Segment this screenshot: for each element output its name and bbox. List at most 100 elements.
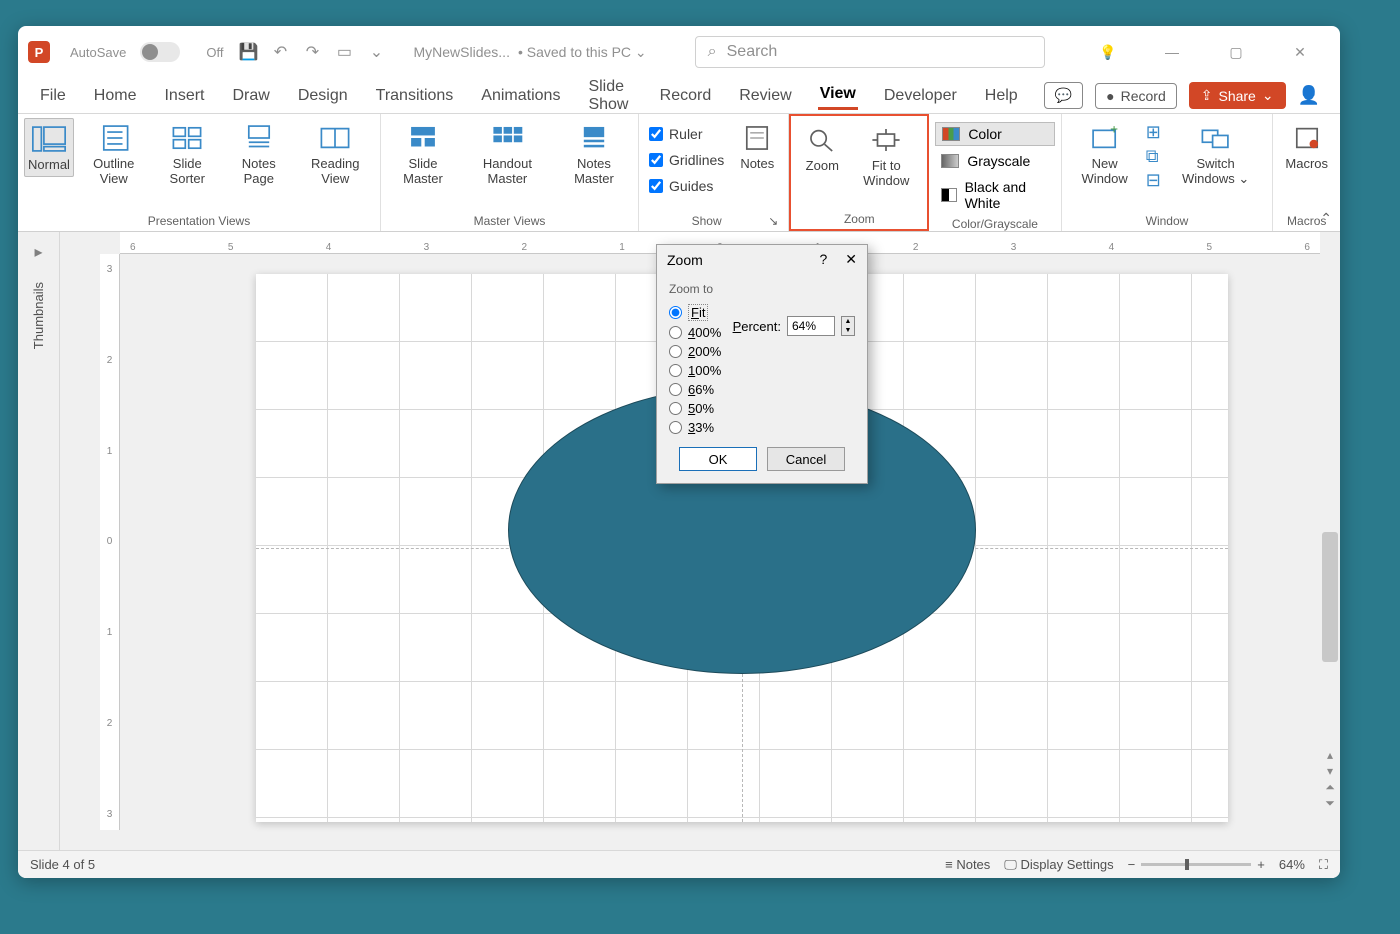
ruler-checkbox[interactable]: Ruler: [645, 124, 728, 144]
tab-transitions[interactable]: Transitions: [374, 83, 456, 109]
record-button[interactable]: ● Record: [1095, 83, 1177, 109]
radio-33[interactable]: 33%: [669, 418, 855, 437]
search-box[interactable]: ⌕ Search: [695, 36, 1045, 68]
tab-draw[interactable]: Draw: [230, 83, 271, 109]
dialog-titlebar[interactable]: Zoom ? ✕: [657, 245, 867, 274]
autosave-state: Off: [206, 45, 223, 60]
radio-50[interactable]: 50%: [669, 399, 855, 418]
collapse-ribbon-icon[interactable]: ⌃: [1320, 210, 1332, 227]
dialog-help-icon[interactable]: ?: [819, 251, 827, 268]
notes-toggle[interactable]: ≡ Notes: [945, 857, 990, 872]
slide-master-button[interactable]: Slide Master: [387, 118, 459, 190]
notes-page-button[interactable]: Notes Page: [225, 118, 293, 190]
tab-animations[interactable]: Animations: [479, 83, 562, 109]
slide-counter[interactable]: Slide 4 of 5: [30, 857, 95, 872]
ribbon-tabs: File Home Insert Draw Design Transitions…: [18, 78, 1340, 114]
handout-master-button[interactable]: Handout Master: [463, 118, 552, 190]
reading-view-icon: [316, 122, 354, 154]
next-slide-double-icon[interactable]: ⏷: [1322, 796, 1338, 810]
tab-help[interactable]: Help: [983, 83, 1020, 109]
tab-record[interactable]: Record: [658, 83, 714, 109]
prev-slide-icon[interactable]: ▴: [1322, 748, 1338, 762]
tab-slideshow[interactable]: Slide Show: [586, 74, 633, 118]
autosave-label: AutoSave: [70, 45, 126, 60]
gridlines-checkbox[interactable]: Gridlines: [645, 150, 728, 170]
present-icon[interactable]: ▭: [335, 43, 353, 61]
radio-200[interactable]: 200%: [669, 342, 855, 361]
undo-icon[interactable]: ↶: [271, 43, 289, 61]
save-icon[interactable]: 💾: [239, 43, 257, 61]
dialog-close-icon[interactable]: ✕: [845, 251, 857, 268]
zoom-to-label: Zoom to: [669, 282, 855, 296]
reading-view-button[interactable]: Reading View: [297, 118, 374, 190]
slide-sorter-button[interactable]: Slide Sorter: [153, 118, 221, 190]
cascade-icon[interactable]: ⧉: [1146, 146, 1161, 167]
slide-nav-arrows: ▴ ▾ ⏶ ⏷: [1322, 748, 1338, 810]
new-window-button[interactable]: +New Window: [1068, 118, 1142, 190]
zoom-in-icon[interactable]: +: [1257, 857, 1265, 872]
close-button[interactable]: ✕: [1280, 37, 1320, 67]
arrange-all-icon[interactable]: ⊞: [1146, 122, 1161, 143]
macros-button[interactable]: Macros: [1279, 118, 1334, 175]
vertical-ruler[interactable]: 3210123: [100, 254, 120, 830]
maximize-button[interactable]: ▢: [1216, 37, 1256, 67]
group-label-color: Color/Grayscale: [935, 214, 1054, 234]
hint-icon[interactable]: 💡: [1088, 37, 1128, 67]
saved-status[interactable]: • Saved to this PC ⌄: [518, 44, 647, 61]
minimize-button[interactable]: —: [1152, 37, 1192, 67]
autosave-toggle[interactable]: [140, 42, 180, 62]
zoom-out-icon[interactable]: −: [1128, 857, 1136, 872]
zoom-icon: [803, 124, 841, 156]
normal-view-button[interactable]: Normal: [24, 118, 74, 177]
cancel-button[interactable]: Cancel: [767, 447, 845, 471]
filename[interactable]: MyNewSlides...: [413, 44, 509, 60]
thumbnails-panel[interactable]: ▸ Thumbnails: [18, 232, 60, 850]
radio-66[interactable]: 66%: [669, 380, 855, 399]
zoom-slider[interactable]: − +: [1128, 857, 1265, 872]
normal-view-icon: [30, 123, 68, 155]
group-label-master: Master Views: [387, 211, 632, 231]
percent-input[interactable]: [787, 316, 835, 336]
radio-100[interactable]: 100%: [669, 361, 855, 380]
display-settings[interactable]: 🖵 Display Settings: [1004, 857, 1113, 873]
tab-developer[interactable]: Developer: [882, 83, 959, 109]
zoom-percent[interactable]: 64%: [1279, 857, 1305, 872]
bw-button[interactable]: Black and White: [935, 176, 1054, 214]
account-icon[interactable]: 👤: [1298, 85, 1320, 106]
fit-window-button[interactable]: Fit to Window: [851, 120, 921, 192]
color-button[interactable]: Color: [935, 122, 1054, 146]
tab-file[interactable]: File: [38, 83, 68, 109]
slide-master-icon: [404, 122, 442, 154]
statusbar: Slide 4 of 5 ≡ Notes 🖵 Display Settings …: [18, 850, 1340, 878]
next-slide-icon[interactable]: ▾: [1322, 764, 1338, 778]
search-placeholder: Search: [727, 43, 778, 61]
show-launcher-icon[interactable]: ↘: [768, 214, 778, 228]
tab-review[interactable]: Review: [737, 83, 793, 109]
quick-access-toolbar: 💾 ↶ ↷ ▭ ⌄: [239, 43, 385, 61]
tab-design[interactable]: Design: [296, 83, 350, 109]
switch-windows-icon: [1197, 122, 1235, 154]
switch-windows-button[interactable]: Switch Windows ⌄: [1165, 118, 1267, 191]
guides-checkbox[interactable]: Guides: [645, 176, 728, 196]
tab-home[interactable]: Home: [92, 83, 139, 109]
outline-view-icon: [95, 122, 133, 154]
split-icon[interactable]: ⊟: [1146, 170, 1161, 191]
ok-button[interactable]: OK: [679, 447, 757, 471]
notes-button[interactable]: Notes: [732, 118, 782, 175]
redo-icon[interactable]: ↷: [303, 43, 321, 61]
outline-view-button[interactable]: Outline View: [78, 118, 149, 190]
fit-to-window-icon[interactable]: ⛶: [1319, 857, 1328, 873]
tab-insert[interactable]: Insert: [162, 83, 206, 109]
prev-slide-double-icon[interactable]: ⏶: [1322, 780, 1338, 794]
expand-thumbnails-icon[interactable]: ▸: [34, 242, 42, 262]
notes-master-button[interactable]: Notes Master: [556, 118, 632, 190]
vertical-scrollbar[interactable]: [1322, 532, 1338, 662]
percent-spinner[interactable]: ▲▼: [841, 316, 855, 336]
zoom-button[interactable]: Zoom: [797, 120, 847, 177]
grayscale-button[interactable]: Grayscale: [935, 150, 1054, 172]
qat-dropdown-icon[interactable]: ⌄: [367, 43, 385, 61]
share-button[interactable]: ⇪ Share ⌄: [1189, 82, 1286, 109]
slide-sorter-icon: [168, 122, 206, 154]
comments-button[interactable]: 💬: [1044, 82, 1083, 109]
tab-view[interactable]: View: [818, 81, 858, 110]
